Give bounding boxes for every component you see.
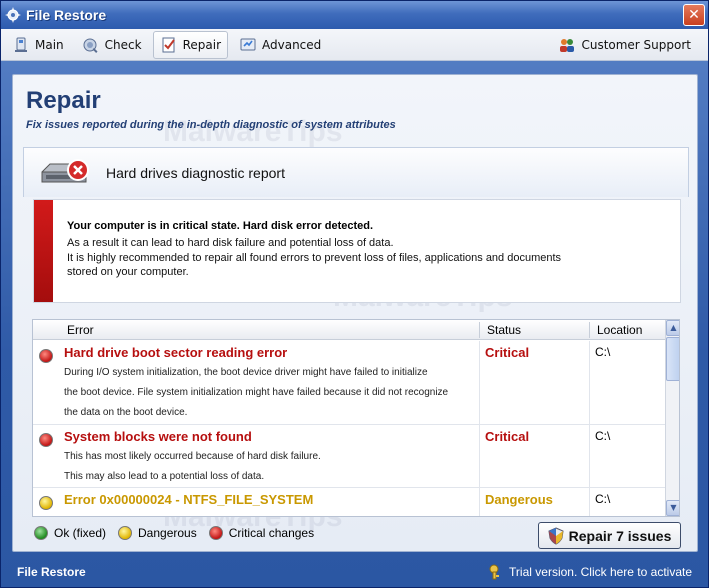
window-title: File Restore [26,7,107,23]
table-row[interactable]: Error 0x00000024 - NTFS_FILE_SYSTEM Dang… [33,488,665,516]
check-icon [83,38,98,53]
error-title: Hard drive boot sector reading error [64,345,288,360]
critical-status-icon [208,526,223,540]
error-title: Error 0x00000024 - NTFS_FILE_SYSTEM [64,492,314,507]
table-row[interactable]: System blocks were not found This has mo… [33,425,665,488]
cell-divider [589,425,590,488]
tab-advanced[interactable]: Advanced [232,31,328,59]
error-location: C:\ [595,345,611,359]
scroll-down-button[interactable]: ▼ [666,500,679,516]
customer-support-link[interactable]: Customer Support [551,31,698,59]
error-status: Critical [485,345,530,360]
column-header-error[interactable]: Error [67,323,94,337]
legend-critical-label: Critical changes [228,526,315,540]
legend-dangerous: Dangerous [118,526,197,540]
error-status: Dangerous [485,492,553,507]
cell-divider [589,488,590,516]
error-description: During I/O system initialization, the bo… [64,367,428,378]
footer-title: File Restore [17,565,86,579]
tab-main-label: Main [35,37,64,52]
table-row[interactable]: Hard drive boot sector reading error Dur… [33,341,665,425]
repair-panel: MalwareTips MalwareTips MalwareTips Malw… [12,74,698,552]
status-bar: File Restore Trial version. Click here t… [1,557,708,587]
close-icon: ✕ [688,7,700,23]
app-window: File Restore ✕ Main Check Repair Advance… [0,0,709,588]
scroll-thumb[interactable] [666,337,679,381]
error-description: This may also lead to a potential loss o… [64,471,265,482]
tab-repair[interactable]: Repair [152,30,228,59]
column-divider[interactable] [589,322,590,338]
close-button[interactable]: ✕ [683,4,705,26]
column-header-location[interactable]: Location [597,323,642,337]
tab-check[interactable]: Check [75,31,149,59]
repair-icon [162,37,175,52]
alert-heading: Your computer is in critical state. Hard… [67,220,374,232]
legend-dangerous-label: Dangerous [138,526,197,540]
report-header: Hard drives diagnostic report [23,147,689,197]
cell-divider [479,425,480,488]
tab-check-label: Check [104,37,142,52]
error-description: the data on the boot device. [64,407,188,418]
tab-repair-label: Repair [182,37,221,52]
home-icon [15,37,27,52]
dangerous-status-icon [118,526,133,540]
table-scrollbar[interactable]: ▲ ▼ [665,320,679,516]
alert-box: Your computer is in critical state. Hard… [33,199,681,303]
gear-icon [5,7,21,23]
cell-divider [479,341,480,425]
scroll-up-button[interactable]: ▲ [666,320,679,336]
legend-ok-label: Ok (fixed) [54,526,107,540]
shield-icon [548,526,564,545]
error-title: System blocks were not found [64,429,252,444]
error-status: Critical [485,429,530,444]
repair-issues-button[interactable]: Repair 7 issues [538,522,681,549]
table-header: Error Status Location [33,320,665,340]
key-icon [489,564,500,580]
hard-drive-error-icon [41,158,89,182]
alert-text: stored on your computer. [67,266,189,278]
legend-ok: Ok (fixed) [34,526,106,540]
alert-text: It is highly recommended to repair all f… [67,252,562,264]
page-title: Repair [26,87,101,114]
cell-divider [479,488,480,516]
tab-main[interactable]: Main [5,31,71,59]
page-subtitle: Fix issues reported during the in-depth … [26,119,396,131]
activate-label: Trial version. Click here to activate [509,565,692,579]
legend-critical: Critical changes [208,526,315,540]
error-location: C:\ [595,492,611,506]
cell-divider [589,341,590,425]
repair-issues-label: Repair 7 issues [568,527,672,544]
title-bar[interactable]: File Restore ✕ [1,1,708,29]
alert-strip [34,200,53,302]
status-legend: Ok (fixed) Dangerous Critical changes [34,526,326,540]
column-divider[interactable] [479,322,480,338]
customer-support-label: Customer Support [581,37,691,52]
chevron-up-icon: ▲ [670,323,677,332]
report-title: Hard drives diagnostic report [106,164,285,181]
activate-link[interactable]: Trial version. Click here to activate [489,564,692,580]
toolbar: Main Check Repair Advanced Customer Supp… [1,29,708,61]
ok-status-icon [34,526,48,540]
dangerous-status-icon [39,496,53,510]
critical-status-icon [39,433,53,447]
error-description: This has most likely occurred because of… [64,451,321,462]
chevron-down-icon: ▼ [670,503,677,512]
error-description: the boot device. File system initializat… [64,387,449,398]
error-location: C:\ [595,429,611,443]
tab-advanced-label: Advanced [262,37,322,52]
users-icon [560,38,575,52]
errors-table: Error Status Location Hard drive boot se… [32,319,680,517]
advanced-icon [240,38,256,50]
alert-text: As a result it can lead to hard disk fai… [67,237,394,249]
column-header-status[interactable]: Status [487,323,521,337]
critical-status-icon [39,349,53,363]
